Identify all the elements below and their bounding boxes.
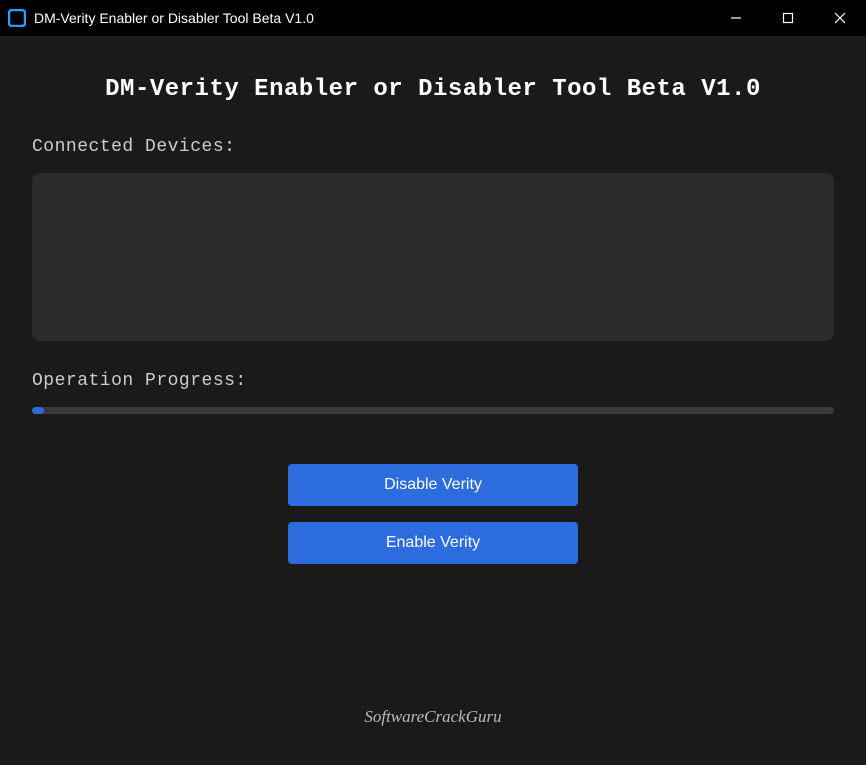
window-controls	[710, 0, 866, 36]
connected-devices-label: Connected Devices:	[32, 137, 834, 157]
titlebar-left: DM-Verity Enabler or Disabler Tool Beta …	[8, 9, 314, 27]
maximize-button[interactable]	[762, 0, 814, 36]
page-title: DM-Verity Enabler or Disabler Tool Beta …	[32, 76, 834, 103]
connected-devices-panel	[32, 173, 834, 341]
operation-progress-label: Operation Progress:	[32, 371, 834, 391]
main-content: DM-Verity Enabler or Disabler Tool Beta …	[0, 36, 866, 765]
window-title: DM-Verity Enabler or Disabler Tool Beta …	[34, 10, 314, 26]
action-buttons: Disable Verity Enable Verity	[32, 464, 834, 564]
close-button[interactable]	[814, 0, 866, 36]
progress-section: Operation Progress:	[32, 371, 834, 414]
enable-verity-button[interactable]: Enable Verity	[288, 522, 578, 564]
progress-fill	[32, 407, 44, 414]
progress-bar	[32, 407, 834, 414]
disable-verity-button[interactable]: Disable Verity	[288, 464, 578, 506]
window-titlebar: DM-Verity Enabler or Disabler Tool Beta …	[0, 0, 866, 36]
footer-branding: SoftwareCrackGuru	[32, 707, 834, 735]
minimize-button[interactable]	[710, 0, 762, 36]
app-icon	[8, 9, 26, 27]
